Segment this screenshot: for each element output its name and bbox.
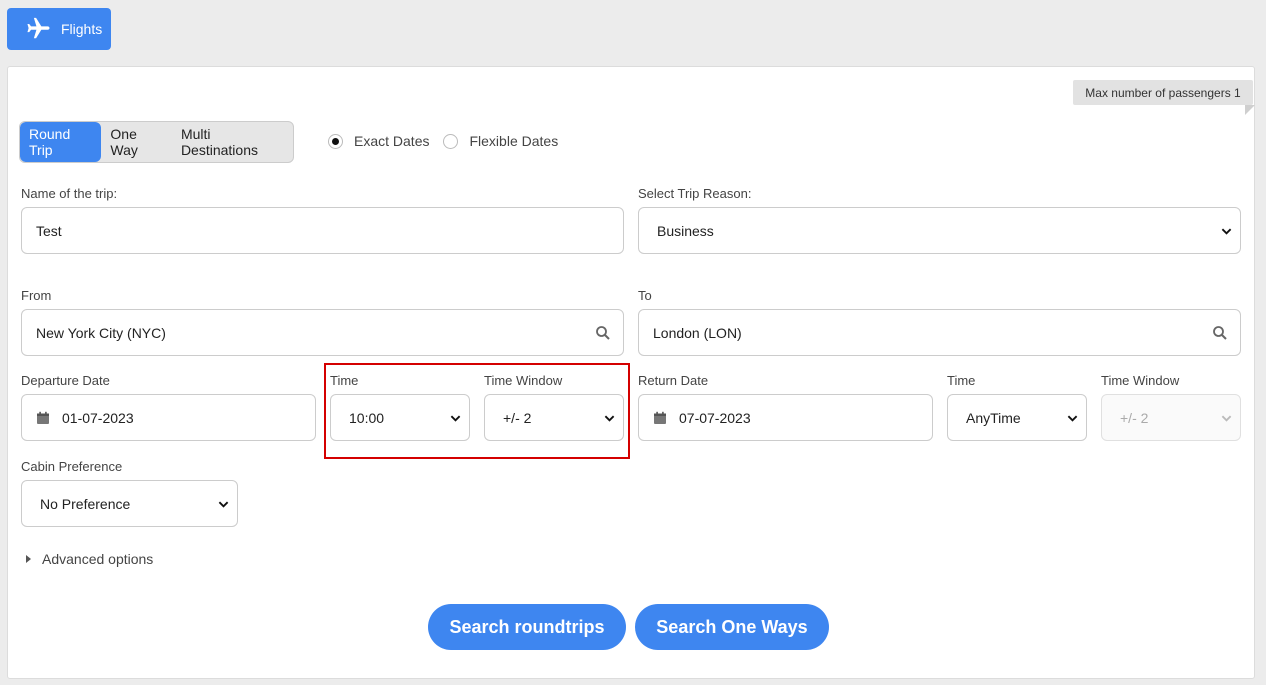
radio-checked-icon — [328, 133, 343, 149]
search-icon[interactable] — [1212, 325, 1228, 341]
caret-right-icon — [26, 555, 31, 563]
chevron-down-icon — [218, 501, 229, 508]
from-field[interactable] — [21, 309, 624, 356]
return-window-label: Time Window — [1101, 373, 1180, 388]
return-date-field[interactable] — [638, 394, 933, 441]
to-input[interactable] — [653, 324, 1226, 341]
search-one-ways-button[interactable]: Search One Ways — [635, 604, 829, 650]
departure-date-field[interactable] — [21, 394, 316, 441]
search-roundtrips-button[interactable]: Search roundtrips — [428, 604, 626, 650]
cabin-select[interactable]: No Preference — [21, 480, 238, 527]
return-time-value: AnyTime — [966, 409, 1021, 426]
search-icon[interactable] — [595, 325, 611, 341]
calendar-icon — [654, 411, 666, 424]
trip-reason-select[interactable]: Business — [638, 207, 1241, 254]
advanced-options-toggle[interactable]: Advanced options — [26, 551, 153, 567]
trip-name-label: Name of the trip: — [21, 186, 118, 201]
trip-name-input[interactable] — [36, 222, 609, 239]
airplane-icon — [27, 17, 50, 39]
cabin-value: No Preference — [40, 495, 131, 512]
radio-unchecked-icon — [443, 133, 459, 149]
chevron-down-icon — [1067, 415, 1078, 422]
advanced-options-label: Advanced options — [42, 551, 154, 567]
from-label: From — [21, 288, 52, 303]
from-input[interactable] — [36, 324, 609, 341]
trip-type-toggle: Round Trip One Way Multi Destinations — [19, 121, 294, 163]
to-field[interactable] — [638, 309, 1241, 356]
cabin-label: Cabin Preference — [21, 459, 123, 474]
highlight-box — [324, 363, 630, 459]
departure-date-label: Departure Date — [21, 373, 110, 388]
return-date-label: Return Date — [638, 373, 709, 388]
return-window-select[interactable]: +/- 2 — [1101, 394, 1241, 441]
radio-exact-dates[interactable]: Exact Dates — [328, 133, 429, 149]
return-time-select[interactable]: AnyTime — [947, 394, 1087, 441]
radio-flexible-dates[interactable]: Flexible Dates — [443, 133, 558, 149]
max-passengers-badge: Max number of passengers 1 — [1073, 80, 1255, 115]
return-date-input[interactable] — [679, 409, 918, 426]
chevron-down-icon — [1221, 228, 1232, 235]
departure-date-input[interactable] — [62, 409, 301, 426]
trip-type-multi-destinations[interactable]: Multi Destinations — [172, 122, 293, 162]
trip-reason-value: Business — [657, 222, 714, 239]
radio-label: Flexible Dates — [469, 133, 559, 149]
chevron-down-icon — [1221, 415, 1232, 422]
trip-type-one-way[interactable]: One Way — [101, 122, 172, 162]
to-label: To — [638, 288, 652, 303]
trip-name-field[interactable] — [21, 207, 624, 254]
flights-tab-label: Flights — [61, 21, 103, 37]
return-time-label: Time — [947, 373, 976, 388]
trip-type-round-trip[interactable]: Round Trip — [20, 122, 102, 162]
flights-tab[interactable]: Flights — [7, 8, 111, 50]
trip-reason-label: Select Trip Reason: — [638, 186, 752, 201]
radio-label: Exact Dates — [354, 133, 430, 149]
return-window-value: +/- 2 — [1120, 409, 1149, 426]
date-mode-group: Exact Dates Flexible Dates — [328, 133, 572, 149]
calendar-icon — [37, 411, 49, 424]
